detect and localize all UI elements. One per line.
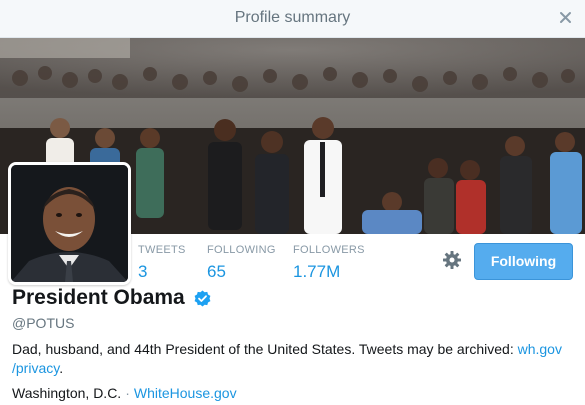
bio-period: . [59, 360, 64, 376]
profile-bio: Dad, husband, and 44th President of the … [12, 340, 577, 378]
bio-link-part1: wh.gov [517, 341, 562, 357]
stat-following-label: FOLLOWING [207, 244, 276, 256]
bio-link-part2: /privacy [12, 360, 60, 376]
gear-icon[interactable] [442, 250, 462, 270]
stat-following-value: 65 [207, 262, 226, 281]
stat-followers-label: FOLLOWERS [293, 244, 365, 256]
stat-followers-value: 1.77M [293, 262, 341, 281]
profile-location: Washington, D.C. [12, 385, 122, 401]
verified-badge-icon [194, 290, 211, 307]
profile-avatar[interactable] [8, 162, 131, 285]
modal-header: Profile summary [0, 0, 585, 38]
profile-name-row: President Obama [12, 286, 211, 312]
bio-text: Dad, husband, and 44th President of the … [12, 341, 518, 357]
meta-separator: · [125, 385, 130, 401]
stat-following[interactable]: FOLLOWING 65 [207, 244, 276, 282]
stat-tweets-value: 3 [138, 262, 148, 281]
stat-followers[interactable]: FOLLOWERS 1.77M [293, 244, 365, 282]
profile-website-link[interactable]: WhiteHouse.gov [134, 385, 237, 401]
modal-title: Profile summary [234, 9, 351, 26]
profile-meta: Washington, D.C. · WhiteHouse.gov [12, 385, 237, 401]
stat-tweets-label: TWEETS [138, 244, 186, 256]
profile-name[interactable]: President Obama [12, 286, 185, 309]
close-icon[interactable] [558, 8, 574, 26]
stat-tweets[interactable]: TWEETS 3 [138, 244, 186, 282]
following-button[interactable]: Following [474, 243, 573, 280]
profile-handle[interactable]: @POTUS [12, 315, 74, 331]
